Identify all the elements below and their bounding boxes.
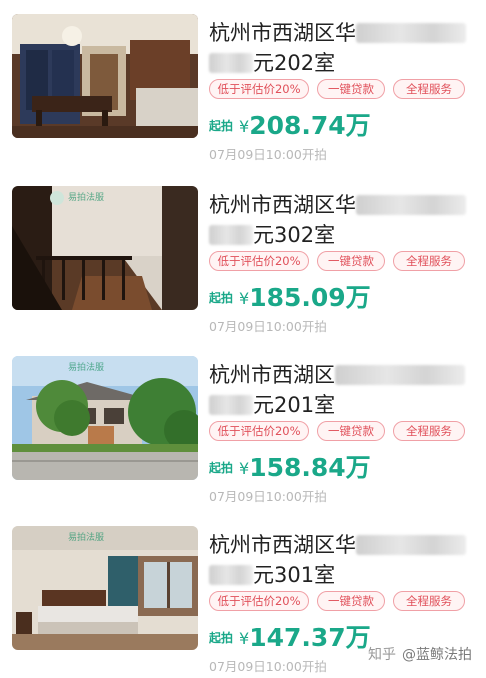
- credit-app-name: 知乎: [368, 647, 396, 663]
- listing-card[interactable]: 易拍法服 杭州市西湖区 元201室 低于评估价20% 一键贷款 全程服务 起拍 ¥…: [0, 342, 486, 510]
- starting-price-label: 起拍: [209, 461, 234, 475]
- listing-title[interactable]: 杭州市西湖区华 元302室: [209, 190, 479, 250]
- listing-photo-dining-room[interactable]: [12, 14, 198, 138]
- starting-price: 208.74万: [249, 111, 371, 140]
- price-row: 起拍 ¥158.84万: [209, 448, 371, 484]
- listing-photo-bedroom[interactable]: 易拍法服: [12, 526, 198, 650]
- tag-full-service: 全程服务: [393, 421, 465, 441]
- starting-price-label: 起拍: [209, 631, 234, 645]
- photo-watermark: 易拍法服: [68, 533, 105, 543]
- photo-watermark: 易拍法服: [68, 193, 105, 203]
- bedroom-image: [12, 526, 198, 650]
- staircase-image: [12, 186, 198, 310]
- redacted-address: [356, 23, 466, 43]
- credit-author-handle: @蓝鲸法拍: [402, 647, 472, 663]
- listing-title-line1: 杭州市西湖区: [209, 363, 335, 387]
- listing-title-line2: 元201室: [253, 393, 336, 417]
- dining-room-image: [12, 14, 198, 138]
- currency-symbol: ¥: [239, 117, 250, 136]
- auction-listing-page: 杭州市西湖区华 元202室 低于评估价20% 一键贷款 全程服务 起拍 ¥208.…: [0, 0, 486, 678]
- currency-symbol: ¥: [239, 629, 250, 648]
- starting-price-label: 起拍: [209, 119, 234, 133]
- redacted-address: [356, 195, 466, 215]
- tag-one-click-loan: 一键贷款: [317, 421, 385, 441]
- listing-title-line2: 元301室: [253, 563, 336, 587]
- listing-card[interactable]: 易拍法服 杭州市西湖区华 元302室 低于评估价20% 一键贷款 全程服务 起拍…: [0, 172, 486, 340]
- tag-below-valuation: 低于评估价20%: [209, 421, 309, 441]
- price-row: 起拍 ¥185.09万: [209, 278, 371, 314]
- auction-time: 07月09日10:00开拍: [209, 319, 327, 334]
- listing-title[interactable]: 杭州市西湖区华 元202室: [209, 18, 479, 78]
- currency-symbol: ¥: [239, 289, 250, 308]
- redacted-address: [335, 365, 465, 385]
- starting-price: 147.37万: [249, 623, 371, 652]
- listing-title-line1: 杭州市西湖区华: [209, 193, 356, 217]
- redacted-address: [209, 565, 253, 585]
- listing-title[interactable]: 杭州市西湖区 元201室: [209, 360, 479, 420]
- listing-photo-villa-exterior[interactable]: 易拍法服: [12, 356, 198, 480]
- tag-one-click-loan: 一键贷款: [317, 591, 385, 611]
- redacted-address: [209, 53, 253, 73]
- listing-title-line2: 元302室: [253, 223, 336, 247]
- tag-full-service: 全程服务: [393, 591, 465, 611]
- listing-card[interactable]: 杭州市西湖区华 元202室 低于评估价20% 一键贷款 全程服务 起拍 ¥208.…: [0, 0, 486, 168]
- listing-title-line1: 杭州市西湖区华: [209, 533, 356, 557]
- photo-watermark: 易拍法服: [68, 363, 105, 373]
- listing-photo-staircase[interactable]: 易拍法服: [12, 186, 198, 310]
- currency-symbol: ¥: [239, 459, 250, 478]
- starting-price: 158.84万: [249, 453, 371, 482]
- tag-one-click-loan: 一键贷款: [317, 79, 385, 99]
- starting-price-label: 起拍: [209, 291, 234, 305]
- villa-exterior-image: [12, 356, 198, 480]
- tag-full-service: 全程服务: [393, 251, 465, 271]
- auction-time: 07月09日10:00开拍: [209, 489, 327, 504]
- auction-time: 07月09日10:00开拍: [209, 659, 327, 674]
- tag-below-valuation: 低于评估价20%: [209, 79, 309, 99]
- tag-below-valuation: 低于评估价20%: [209, 251, 309, 271]
- source-credit: 知乎 @蓝鲸法拍: [368, 644, 472, 664]
- starting-price: 185.09万: [249, 283, 371, 312]
- listing-title[interactable]: 杭州市西湖区华 元301室: [209, 530, 479, 590]
- redacted-address: [209, 395, 253, 415]
- listing-title-line2: 元202室: [253, 51, 336, 75]
- price-row: 起拍 ¥208.74万: [209, 106, 371, 142]
- redacted-address: [209, 225, 253, 245]
- tag-below-valuation: 低于评估价20%: [209, 591, 309, 611]
- auction-time: 07月09日10:00开拍: [209, 147, 327, 162]
- redacted-address: [356, 535, 466, 555]
- tag-full-service: 全程服务: [393, 79, 465, 99]
- listing-title-line1: 杭州市西湖区华: [209, 21, 356, 45]
- tag-one-click-loan: 一键贷款: [317, 251, 385, 271]
- price-row: 起拍 ¥147.37万: [209, 618, 371, 654]
